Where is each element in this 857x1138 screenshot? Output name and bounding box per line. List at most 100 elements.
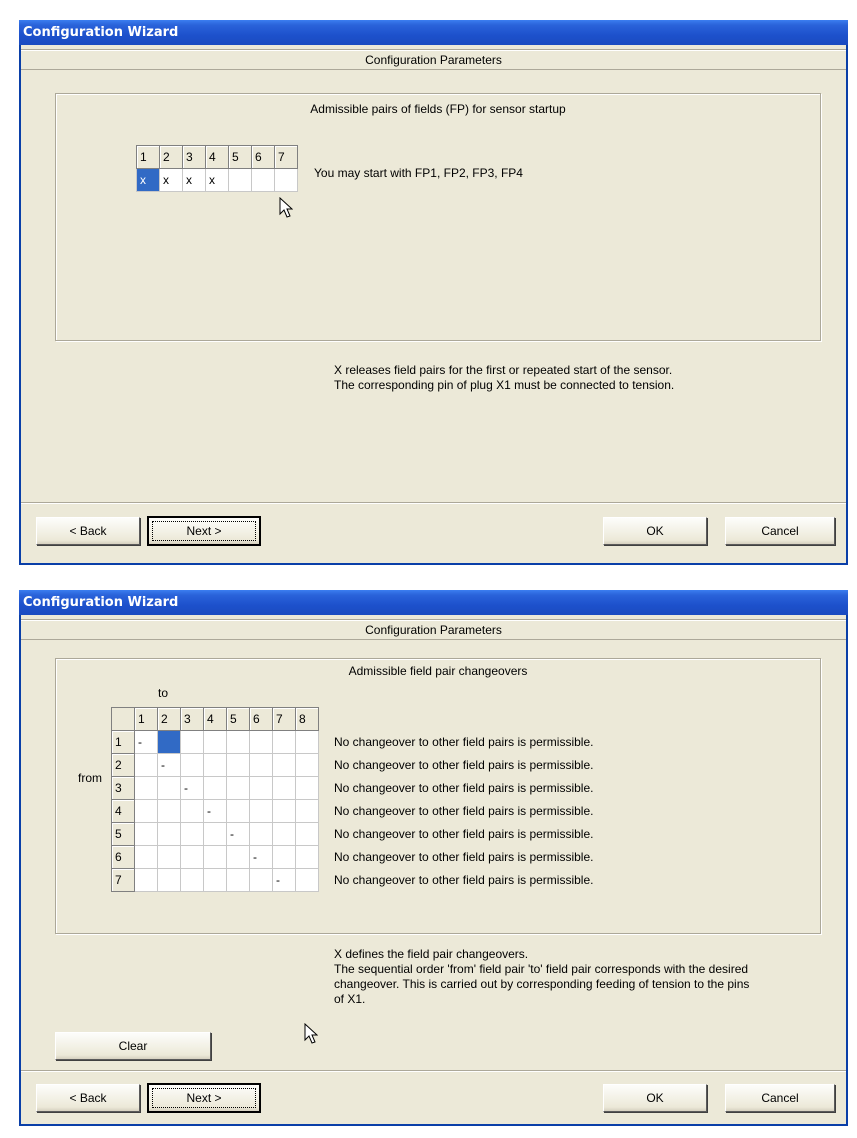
arrow-cursor-icon <box>304 1023 318 1044</box>
grid-row: 3- <box>111 776 319 800</box>
grid-cell[interactable]: - <box>226 822 250 846</box>
grid-cell[interactable] <box>157 822 181 846</box>
grid-cell[interactable] <box>180 822 204 846</box>
grid-cell[interactable] <box>249 776 273 800</box>
ok-button[interactable]: OK <box>603 1084 707 1112</box>
grid-cell[interactable] <box>157 845 181 869</box>
grid-cell[interactable]: - <box>180 776 204 800</box>
grid-row: 5- <box>111 822 319 846</box>
startup-field-pair-grid[interactable]: 1234567xxxx <box>136 145 298 192</box>
grid-cell[interactable] <box>295 845 319 869</box>
row-header: 7 <box>111 868 135 892</box>
grid-cell[interactable] <box>157 799 181 823</box>
grid-cell[interactable] <box>272 730 296 754</box>
grid-cell[interactable] <box>295 730 319 754</box>
changeover-message: No changeover to other field pairs is pe… <box>334 781 594 795</box>
row-header: 1 <box>111 730 135 754</box>
grid-cell[interactable] <box>251 168 275 192</box>
startup-info-text: X releases field pairs for the first or … <box>334 363 675 392</box>
grid-cell[interactable] <box>226 730 250 754</box>
column-header: 1 <box>136 145 160 169</box>
grid-cell[interactable] <box>249 730 273 754</box>
button-separator <box>21 502 846 504</box>
next-button[interactable]: Next > <box>147 1083 261 1113</box>
changeover-message: No changeover to other field pairs is pe… <box>334 827 594 841</box>
next-button-label: Next > <box>152 1088 256 1108</box>
grid-cell[interactable] <box>295 776 319 800</box>
ok-button[interactable]: OK <box>603 517 707 545</box>
grid-cell[interactable]: x <box>182 168 206 192</box>
back-button[interactable]: < Back <box>36 1084 140 1112</box>
grid-cell[interactable] <box>203 753 227 777</box>
grid-cell[interactable] <box>180 730 204 754</box>
button-separator <box>21 1070 846 1072</box>
grid-cell[interactable] <box>274 168 298 192</box>
grid-cell[interactable]: - <box>249 845 273 869</box>
grid-cell[interactable]: - <box>203 799 227 823</box>
grid-cell[interactable] <box>203 845 227 869</box>
grid-cell[interactable] <box>203 822 227 846</box>
grid-cell[interactable] <box>226 868 250 892</box>
grid-cell[interactable] <box>180 799 204 823</box>
clear-button[interactable]: Clear <box>55 1032 211 1060</box>
title-bar: Configuration Wizard <box>19 20 848 45</box>
grid-cell[interactable]: x <box>136 168 160 192</box>
grid-row: 6- <box>111 845 319 869</box>
grid-cell[interactable] <box>272 822 296 846</box>
column-header: 6 <box>249 707 273 731</box>
grid-cell[interactable] <box>249 753 273 777</box>
cancel-button[interactable]: Cancel <box>725 1084 835 1112</box>
grid-cell[interactable]: - <box>157 753 181 777</box>
grid-cell[interactable]: - <box>134 730 158 754</box>
grid-cell[interactable] <box>134 868 158 892</box>
grid-cell[interactable] <box>295 753 319 777</box>
grid-cell[interactable]: - <box>272 868 296 892</box>
grid-cell[interactable] <box>180 845 204 869</box>
grid-cell[interactable] <box>272 799 296 823</box>
grid-cell[interactable]: x <box>159 168 183 192</box>
grid-cell[interactable] <box>203 730 227 754</box>
row-header: 6 <box>111 845 135 869</box>
grid-cell[interactable] <box>226 776 250 800</box>
grid-cell[interactable] <box>226 799 250 823</box>
row-header: 3 <box>111 776 135 800</box>
grid-cell[interactable] <box>249 868 273 892</box>
grid-cell[interactable] <box>134 776 158 800</box>
grid-cell[interactable] <box>134 845 158 869</box>
grid-cell[interactable] <box>272 776 296 800</box>
column-header: 6 <box>251 145 275 169</box>
column-header: 7 <box>272 707 296 731</box>
grid-cell[interactable] <box>272 753 296 777</box>
changeover-grid[interactable]: 123456781-2-3-4-5-6-7- <box>111 707 319 892</box>
grid-cell[interactable] <box>226 845 250 869</box>
cancel-button[interactable]: Cancel <box>725 517 835 545</box>
grid-cell[interactable] <box>203 776 227 800</box>
grid-cell[interactable] <box>134 799 158 823</box>
grid-cell[interactable] <box>157 730 181 754</box>
grid-cell[interactable]: x <box>205 168 229 192</box>
grid-cell[interactable] <box>226 753 250 777</box>
arrow-cursor-icon <box>279 197 293 218</box>
grid-corner <box>111 707 135 731</box>
grid-header-row: 1234567 <box>136 145 298 169</box>
grid-cell[interactable] <box>203 868 227 892</box>
column-header: 2 <box>157 707 181 731</box>
grid-cell[interactable] <box>157 776 181 800</box>
grid-cell[interactable] <box>180 753 204 777</box>
grid-cell[interactable] <box>157 868 181 892</box>
back-button[interactable]: < Back <box>36 517 140 545</box>
startup-groupbox: Admissible pairs of fields (FP) for sens… <box>55 93 821 341</box>
next-button-label: Next > <box>152 521 256 541</box>
grid-cell[interactable] <box>180 868 204 892</box>
grid-cell[interactable] <box>295 822 319 846</box>
grid-cell[interactable] <box>134 822 158 846</box>
grid-cell[interactable] <box>272 845 296 869</box>
changeover-message: No changeover to other field pairs is pe… <box>334 735 594 749</box>
grid-cell[interactable] <box>228 168 252 192</box>
grid-cell[interactable] <box>249 822 273 846</box>
next-button[interactable]: Next > <box>147 516 261 546</box>
grid-cell[interactable] <box>134 753 158 777</box>
grid-cell[interactable] <box>249 799 273 823</box>
grid-cell[interactable] <box>295 868 319 892</box>
grid-cell[interactable] <box>295 799 319 823</box>
